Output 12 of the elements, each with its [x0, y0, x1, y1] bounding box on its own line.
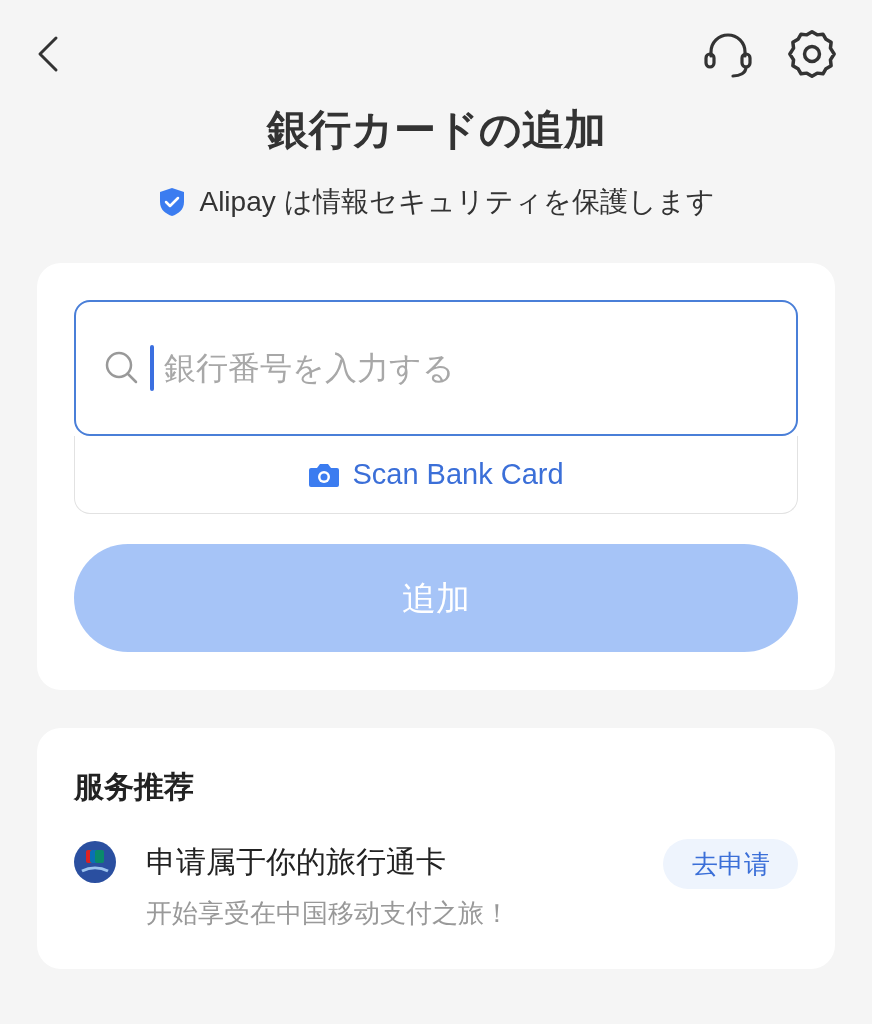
section-heading: 服务推荐 — [74, 769, 195, 805]
search-icon — [104, 350, 140, 386]
apply-button[interactable]: 去申请 — [663, 839, 798, 889]
card-logo-icon — [74, 841, 116, 883]
page-title: 銀行カードの追加 — [265, 105, 607, 155]
text-cursor — [150, 345, 154, 391]
search-box[interactable]: 銀行番号を入力する — [74, 300, 798, 436]
card-number-field[interactable]: 銀行番号を入力する — [164, 344, 768, 392]
item-title: 申请属于你的旅行通卡 — [146, 844, 447, 880]
scan-card-button[interactable]: Scan Bank Card — [74, 436, 798, 514]
item-subtitle: 开始享受在中国移动支付之旅！ — [146, 897, 511, 930]
security-note: Alipay は情報セキュリティを保護します — [199, 185, 715, 219]
